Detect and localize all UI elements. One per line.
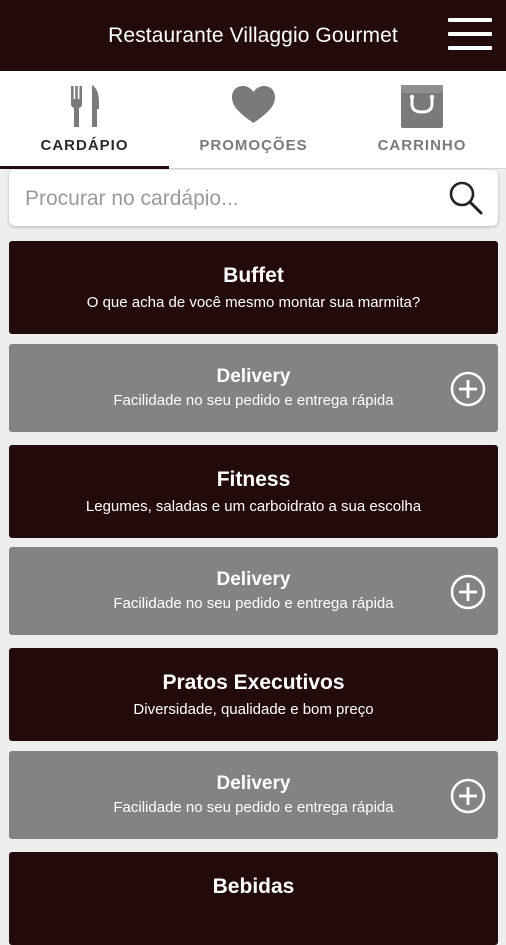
search-bar — [9, 170, 498, 226]
tab-bar: CARDÁPIO PROMOÇÕES CARRINHO — [0, 71, 506, 169]
category-title: Delivery — [216, 773, 291, 794]
add-circle-icon[interactable] — [450, 371, 486, 407]
app-title: Restaurante Villaggio Gourmet — [108, 24, 398, 47]
add-circle-icon[interactable] — [450, 574, 486, 610]
category-subtitle: Facilidade no seu pedido e entrega rápid… — [113, 595, 394, 612]
app-header: Restaurante Villaggio Gourmet — [0, 0, 506, 71]
tab-cardapio[interactable]: CARDÁPIO — [0, 71, 169, 169]
shopping-bag-icon — [401, 85, 443, 128]
category-card-buffet[interactable]: Buffet O que acha de você mesmo montar s… — [9, 241, 498, 334]
category-title: Delivery — [216, 366, 291, 387]
search-input[interactable] — [23, 180, 437, 218]
active-tab-indicator — [0, 166, 169, 169]
fork-knife-icon — [71, 85, 99, 127]
category-card-delivery[interactable]: Delivery Facilidade no seu pedido e entr… — [9, 344, 498, 432]
category-subtitle: Diversidade, qualidade e bom preço — [133, 701, 374, 718]
add-circle-icon[interactable] — [450, 778, 486, 814]
hamburger-menu-icon[interactable] — [448, 16, 492, 52]
category-title: Pratos Executivos — [162, 671, 345, 694]
category-card-bebidas[interactable]: Bebidas — [9, 852, 498, 945]
category-card-pratos-executivos[interactable]: Pratos Executivos Diversidade, qualidade… — [9, 648, 498, 741]
category-title: Bebidas — [212, 875, 295, 898]
category-title: Delivery — [216, 569, 291, 590]
category-card-fitness[interactable]: Fitness Legumes, saladas e um carboidrat… — [9, 445, 498, 538]
category-card-delivery[interactable]: Delivery Facilidade no seu pedido e entr… — [9, 547, 498, 635]
tab-carrinho[interactable]: CARRINHO — [338, 71, 506, 168]
category-subtitle: O que acha de você mesmo montar sua marm… — [86, 294, 421, 311]
search-icon[interactable] — [448, 180, 484, 216]
tab-promocoes[interactable]: PROMOÇÕES — [169, 71, 338, 168]
tab-label-promocoes: PROMOÇÕES — [199, 137, 308, 154]
category-subtitle: Facilidade no seu pedido e entrega rápid… — [113, 392, 394, 409]
category-title: Fitness — [216, 468, 291, 491]
tab-label-carrinho: CARRINHO — [377, 137, 467, 154]
heart-icon — [232, 86, 275, 123]
tab-label-cardapio: CARDÁPIO — [40, 137, 129, 154]
category-subtitle: Legumes, saladas e um carboidrato a sua … — [85, 498, 422, 515]
category-title: Buffet — [223, 264, 284, 287]
category-card-delivery[interactable]: Delivery Facilidade no seu pedido e entr… — [9, 751, 498, 839]
category-subtitle: Facilidade no seu pedido e entrega rápid… — [113, 799, 394, 816]
